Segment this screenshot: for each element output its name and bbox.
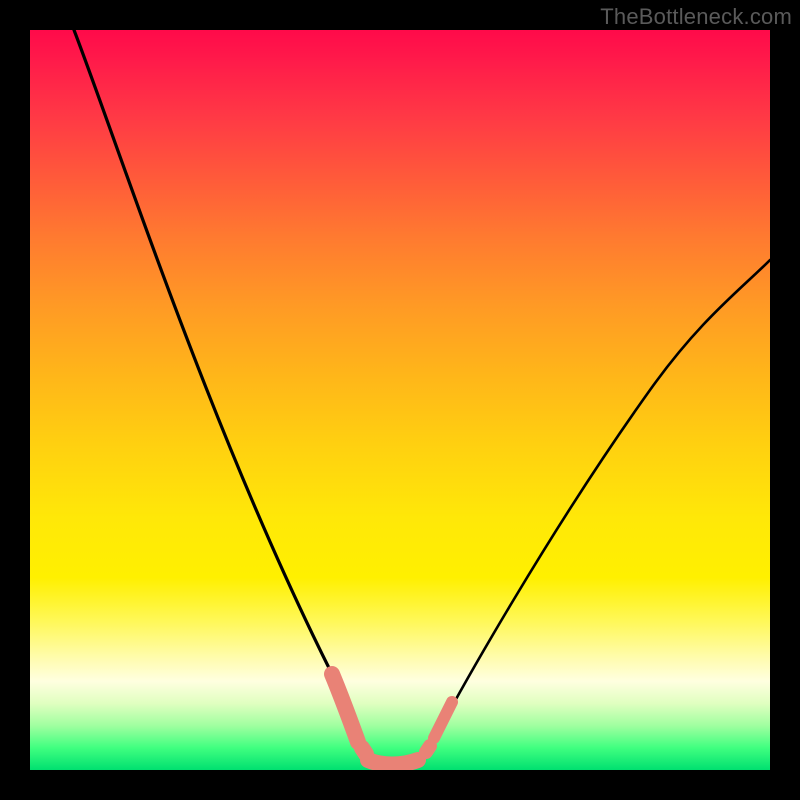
- curve-left: [74, 30, 360, 740]
- curve-layer: [30, 30, 770, 770]
- chart-area: [30, 30, 770, 770]
- curve-right: [434, 260, 770, 740]
- highlight-bottom-segment: [368, 760, 418, 765]
- watermark-text: TheBottleneck.com: [600, 4, 792, 30]
- highlight-right-dot: [426, 746, 430, 752]
- highlight-left-segment: [332, 674, 358, 742]
- highlight-right-segment: [434, 702, 452, 738]
